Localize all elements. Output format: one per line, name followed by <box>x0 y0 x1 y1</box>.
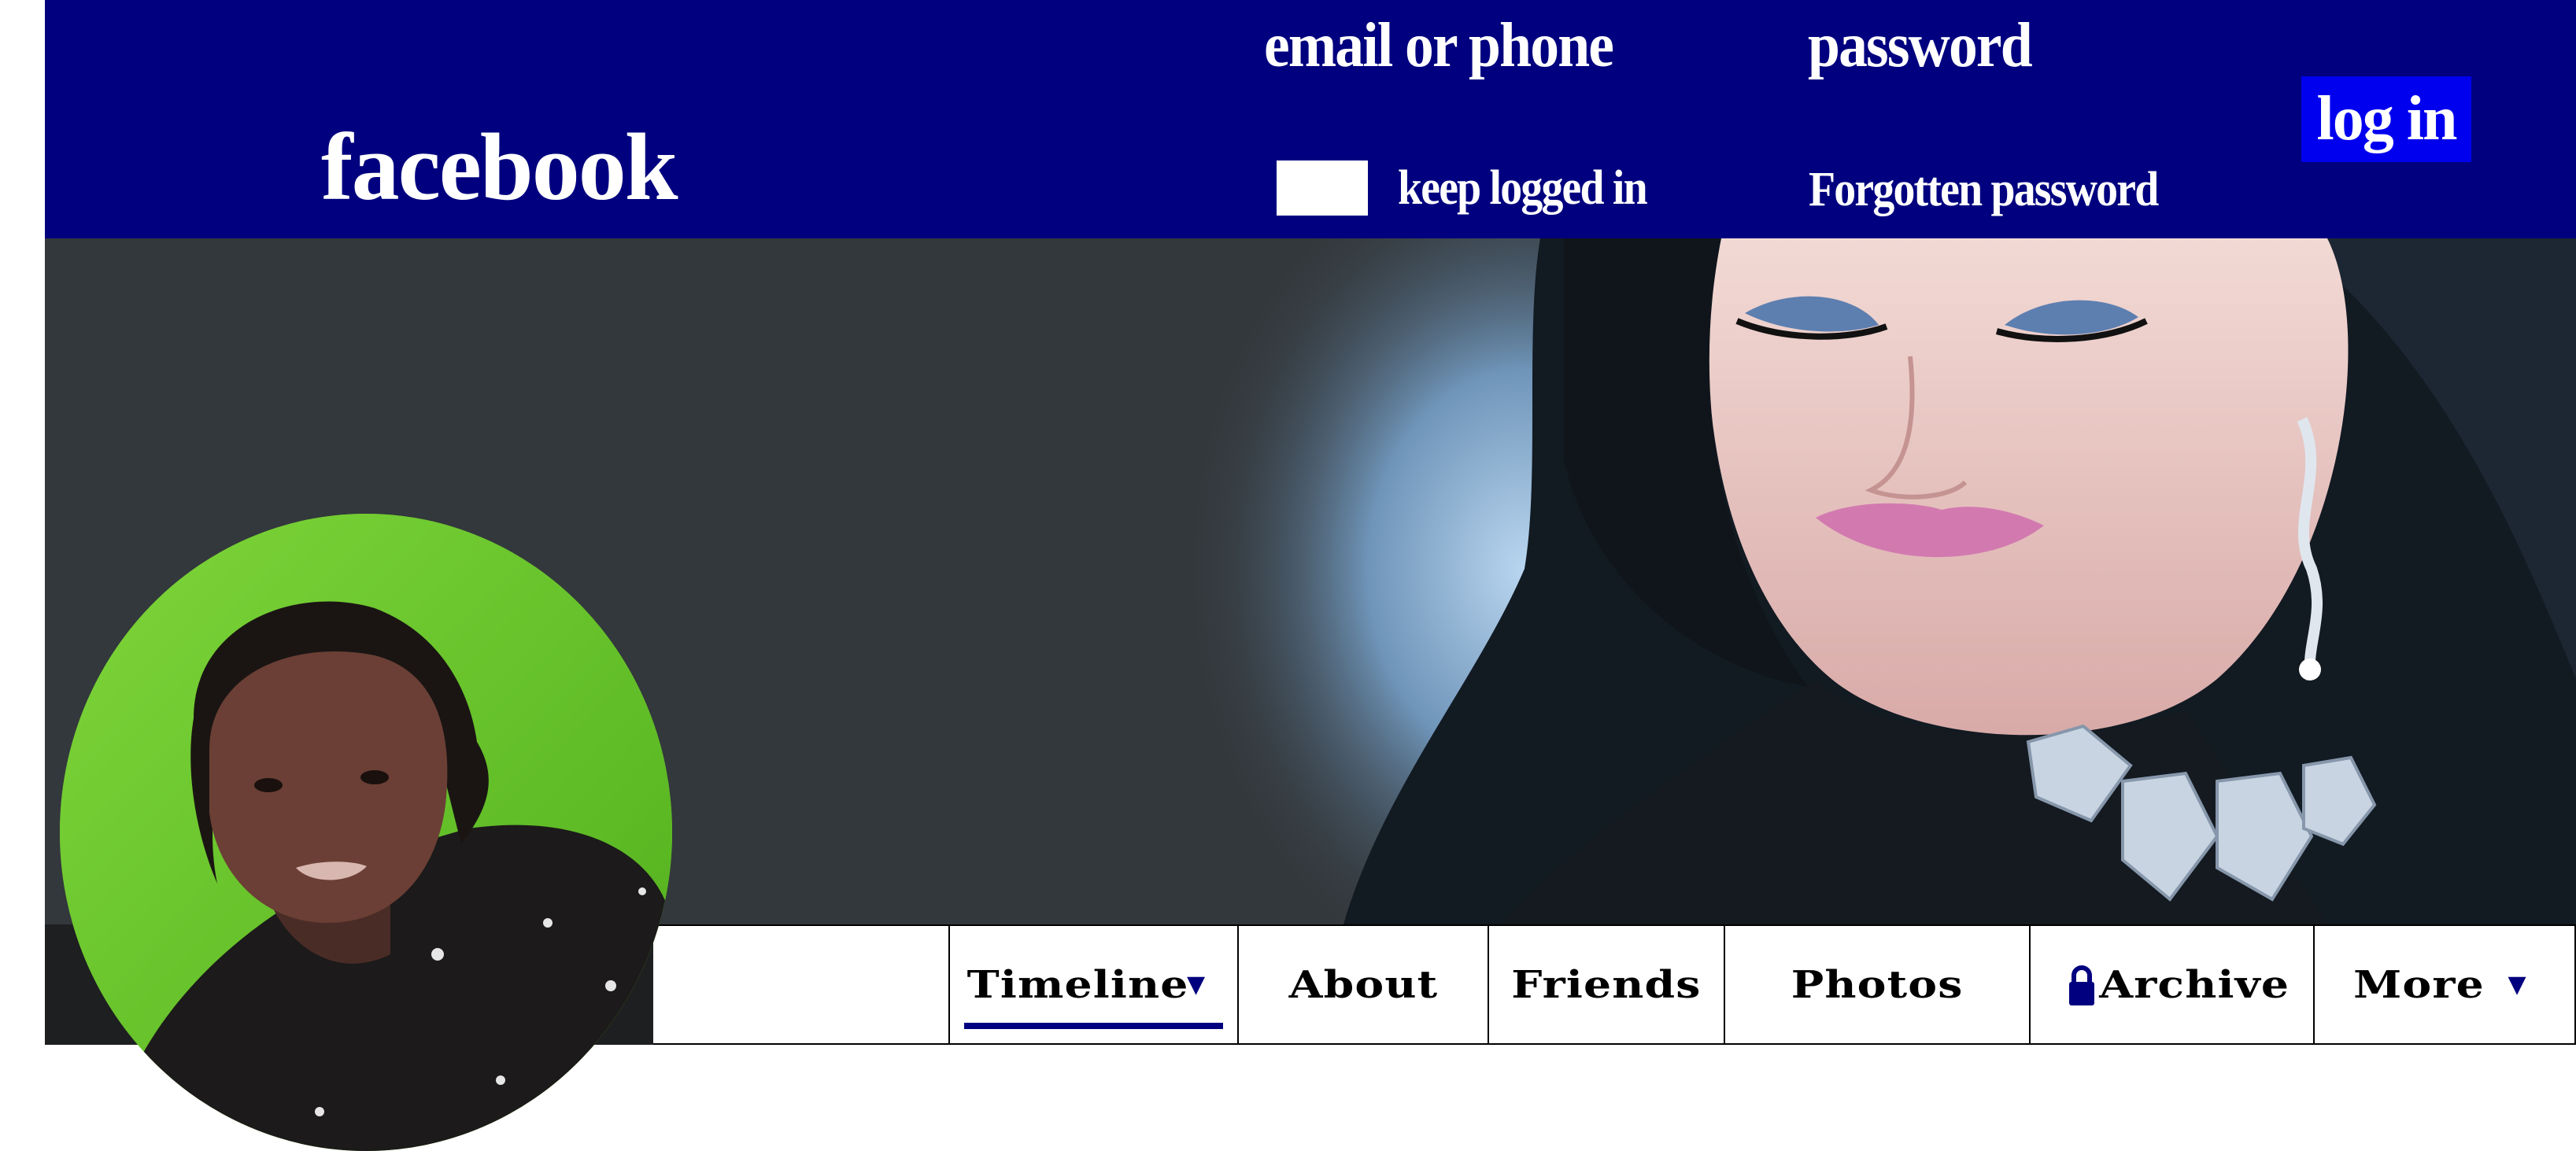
tab-friends-label: Friends <box>1511 962 1702 1007</box>
tab-photos-label: Photos <box>1791 962 1964 1007</box>
log-in-button[interactable]: log in <box>2301 76 2471 162</box>
tab-timeline-label: Timeline <box>966 962 1189 1007</box>
profile-picture-illustration <box>60 514 672 1151</box>
caret-down-icon: ▼ <box>2508 971 2527 998</box>
facebook-logo[interactable]: facebook <box>321 120 678 216</box>
caret-down-icon: ▼ <box>1187 971 1207 998</box>
forgotten-password-link[interactable]: Forgotten password <box>1809 165 2159 214</box>
profile-picture[interactable] <box>60 514 672 1151</box>
tab-about-label: About <box>1288 962 1438 1007</box>
keep-logged-in-label: keep logged in <box>1398 161 1648 215</box>
tab-friends[interactable]: Friends <box>1488 924 1724 1045</box>
tab-about[interactable]: About <box>1237 924 1488 1045</box>
tab-more[interactable]: More ▼ <box>2313 924 2576 1045</box>
email-or-phone-label: email or phone <box>1264 11 1614 80</box>
lock-icon <box>2069 965 2095 1005</box>
tab-more-label: More <box>2353 962 2485 1007</box>
tab-timeline[interactable]: Timeline ▼ <box>948 924 1237 1045</box>
tab-archive[interactable]: Archive <box>2029 924 2313 1045</box>
password-label: password <box>1808 11 2033 80</box>
tab-photos[interactable]: Photos <box>1724 924 2029 1045</box>
active-tab-underline <box>964 1023 1223 1029</box>
keep-logged-in-checkbox[interactable] <box>1277 160 1368 216</box>
tab-archive-label: Archive <box>2099 962 2290 1007</box>
